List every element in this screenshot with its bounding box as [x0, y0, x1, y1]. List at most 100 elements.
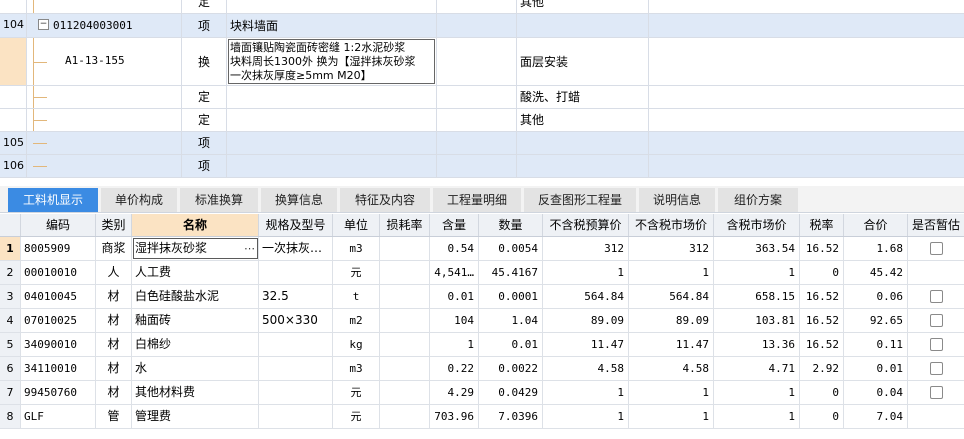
cell-cat[interactable]: 材 [96, 381, 132, 404]
cell-code[interactable]: 99450760 [21, 381, 96, 404]
col-header-total[interactable]: 合价 [844, 214, 908, 236]
col-header-code[interactable]: 编码 [21, 214, 96, 236]
cell-code[interactable]: 04010045 [21, 285, 96, 308]
cell-loss[interactable] [380, 333, 430, 356]
cell-content[interactable]: 104 [430, 309, 479, 332]
cell-total[interactable]: 7.04 [844, 405, 908, 428]
provisional-checkbox[interactable] [929, 242, 943, 255]
cell-spec[interactable]: 一次抹灰… [259, 237, 333, 260]
col-header-content[interactable]: 含量 [430, 214, 479, 236]
cell-unit[interactable]: m2 [333, 309, 380, 332]
cell-tax[interactable]: 16.52 [800, 237, 844, 260]
col-header-market-price[interactable]: 不含税市场价 [629, 214, 714, 236]
cell-name[interactable]: 管理费 [132, 405, 259, 428]
cell-p3[interactable]: 13.36 [714, 333, 800, 356]
col-header-name[interactable]: 名称 [132, 214, 259, 236]
cell-spec[interactable]: 32.5 [259, 285, 333, 308]
cell-qty[interactable]: 7.0396 [479, 405, 543, 428]
tree-row-104[interactable]: 104 − 011204003001 项 块料墙面 [0, 14, 964, 38]
cell-tax[interactable]: 2.92 [800, 357, 844, 380]
cell-total[interactable]: 0.04 [844, 381, 908, 404]
provisional-checkbox[interactable] [929, 362, 943, 375]
cell-p1[interactable]: 4.58 [543, 357, 629, 380]
tab-features-content[interactable]: 特征及内容 [340, 188, 430, 212]
col-header-tax-market-price[interactable]: 含税市场价 [714, 214, 800, 236]
cell-total[interactable]: 0.11 [844, 333, 908, 356]
cell-content[interactable]: 4,541… [430, 261, 479, 284]
tab-reverse-graphic-quantity[interactable]: 反查图形工程量 [524, 188, 636, 212]
cell-tax[interactable]: 0 [800, 261, 844, 284]
cell-content[interactable]: 703.96 [430, 405, 479, 428]
cell-cat[interactable]: 商浆 [96, 237, 132, 260]
cell-loss[interactable] [380, 357, 430, 380]
tree-row-106[interactable]: 106 项 [0, 155, 964, 178]
table-row[interactable]: 7 99450760 材其他材料费元 4.29 0.0429 1 1 1 0 0.04 [0, 381, 964, 405]
cell-qty[interactable]: 45.4167 [479, 261, 543, 284]
cell-p3[interactable]: 103.81 [714, 309, 800, 332]
cell-content[interactable]: 0.54 [430, 237, 479, 260]
cell-loss[interactable] [380, 309, 430, 332]
cell-unit[interactable]: t [333, 285, 380, 308]
tree-row-a1-13-155[interactable]: A1-13-155 换 墙面镶贴陶瓷面砖密缝 1:2水泥砂浆 块料周长1300外… [0, 38, 964, 86]
cell-name[interactable]: 白色硅酸盐水泥 [132, 285, 259, 308]
tree-row-105[interactable]: 105 项 [0, 132, 964, 155]
col-header-tax-rate[interactable]: 税率 [800, 214, 844, 236]
table-row[interactable]: 6 34110010 材水 m3 0.22 0.0022 4.58 4.58 4.71 2.92 0… [0, 357, 964, 381]
cell-unit[interactable]: m3 [333, 237, 380, 260]
cell-spec[interactable] [259, 357, 333, 380]
cell-total[interactable]: 0.01 [844, 357, 908, 380]
cell-code[interactable]: 8005909 [21, 237, 96, 260]
cell-p1[interactable]: 564.84 [543, 285, 629, 308]
cell-p2[interactable]: 4.58 [629, 357, 714, 380]
tab-pricing-scheme[interactable]: 组价方案 [718, 188, 798, 212]
tab-conversion-info[interactable]: 换算信息 [261, 188, 337, 212]
cell-total[interactable]: 92.65 [844, 309, 908, 332]
cell-code[interactable]: 34090010 [21, 333, 96, 356]
cell-qty[interactable]: 0.0429 [479, 381, 543, 404]
table-row[interactable]: 5 34090010 材白棉纱 kg 1 0.01 11.47 11.47 13.36 16.52… [0, 333, 964, 357]
cell-name[interactable]: 白棉纱 [132, 333, 259, 356]
more-icon[interactable]: ⋯ [244, 237, 255, 260]
cell-unit[interactable]: 元 [333, 405, 380, 428]
col-header-quantity[interactable]: 数量 [479, 214, 543, 236]
cell-p1[interactable]: 1 [543, 381, 629, 404]
cell-code[interactable]: 00010010 [21, 261, 96, 284]
provisional-checkbox[interactable] [929, 314, 943, 327]
cell-p3[interactable]: 1 [714, 405, 800, 428]
cell-cat[interactable]: 人 [96, 261, 132, 284]
col-header-provisional[interactable]: 是否暂估 [908, 214, 964, 236]
cell-p2[interactable]: 11.47 [629, 333, 714, 356]
tree-row[interactable]: 定 酸洗、打蜡 [0, 86, 964, 109]
cell-p2[interactable]: 1 [629, 381, 714, 404]
cell-loss[interactable] [380, 285, 430, 308]
cell-p2[interactable]: 89.09 [629, 309, 714, 332]
cell-total[interactable]: 1.68 [844, 237, 908, 260]
cell-spec[interactable] [259, 381, 333, 404]
table-row[interactable]: 1 8005909 商浆 湿拌抹灰砂浆 ⋯ 一次抹灰… m3 0.54 0.0054 312 312… [0, 237, 964, 261]
cell-p1[interactable]: 11.47 [543, 333, 629, 356]
table-row[interactable]: 2 00010010 人人工费元 4,541… 45.4167 1 1 1 0 45.42 [0, 261, 964, 285]
cell-tax[interactable]: 0 [800, 405, 844, 428]
cell-total[interactable]: 45.42 [844, 261, 908, 284]
cell-tax[interactable]: 0 [800, 381, 844, 404]
cell-loss[interactable] [380, 405, 430, 428]
cell-cat[interactable]: 材 [96, 285, 132, 308]
cell-content[interactable]: 0.22 [430, 357, 479, 380]
provisional-checkbox[interactable] [929, 338, 943, 351]
col-header-spec[interactable]: 规格及型号 [259, 214, 333, 236]
cell-name[interactable]: 釉面砖 [132, 309, 259, 332]
cell-name-editing[interactable]: 湿拌抹灰砂浆 ⋯ [132, 237, 259, 260]
cell-unit[interactable]: 元 [333, 261, 380, 284]
cell-spec[interactable]: 500×330 [259, 309, 333, 332]
collapse-icon[interactable]: − [38, 19, 49, 30]
cell-tax[interactable]: 16.52 [800, 285, 844, 308]
cell-code[interactable]: 34110010 [21, 357, 96, 380]
col-header-budget-price[interactable]: 不含税预算价 [543, 214, 629, 236]
cell-p3[interactable]: 363.54 [714, 237, 800, 260]
cell-spec[interactable] [259, 333, 333, 356]
col-header-loss-rate[interactable]: 损耗率 [380, 214, 430, 236]
col-header-category[interactable]: 类别 [96, 214, 132, 236]
cell-qty[interactable]: 0.0001 [479, 285, 543, 308]
cell-loss[interactable] [380, 381, 430, 404]
cell-cat[interactable]: 材 [96, 333, 132, 356]
